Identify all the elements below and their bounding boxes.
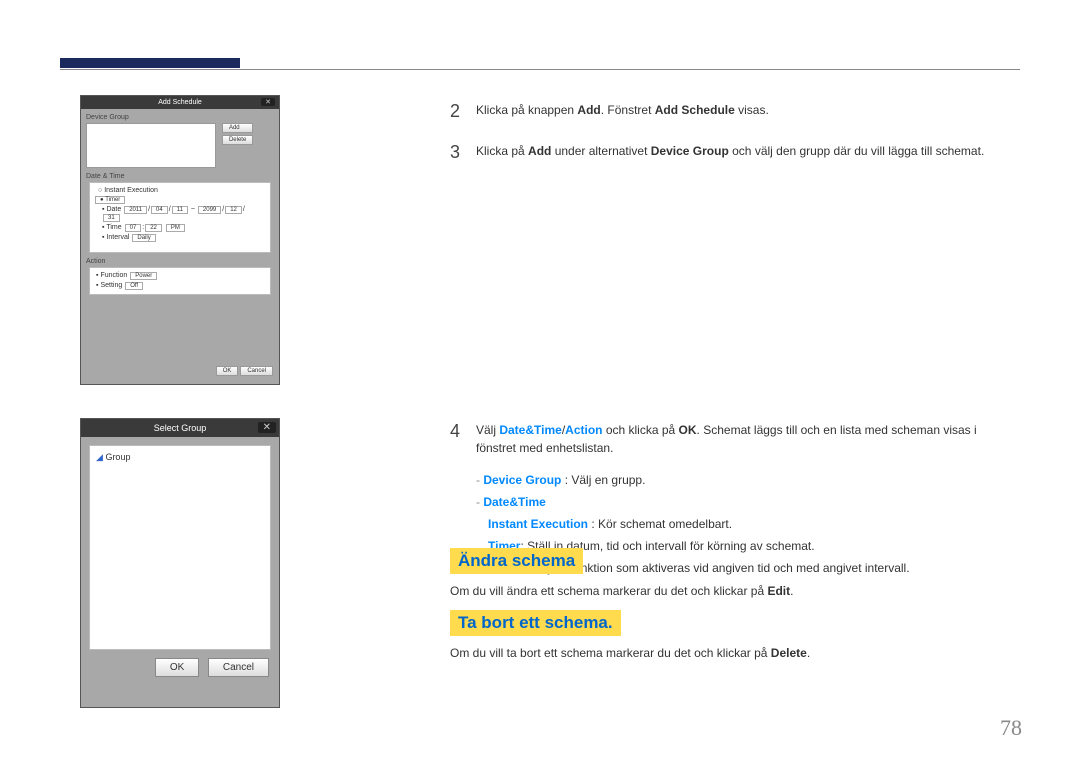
ok-button[interactable]: OK [155,658,199,677]
function-row-label: ▪ Function [96,272,127,279]
datetime-label: Date & Time [86,173,274,180]
timer-radio[interactable]: Timer [95,196,125,204]
interval-select[interactable]: Daily [132,234,155,242]
section-heading: Ta bort ett schema. [450,610,621,636]
date-year2[interactable]: 2099 [198,206,221,214]
group-item[interactable]: Group [105,452,130,462]
cancel-button[interactable]: Cancel [240,366,273,376]
step-number: 3 [450,139,476,166]
time-row-label: ▪ Time [102,224,122,231]
dialog-titlebar: Add Schedule ✕ [81,96,279,109]
delete-button[interactable]: Delete [222,135,253,145]
time-h[interactable]: 07 [125,224,142,232]
close-icon[interactable]: ✕ [261,98,275,106]
section-body: Om du vill ändra ett schema markerar du … [450,584,1020,598]
sub-datetime: Date&Time [476,493,1020,511]
date-row-label: ▪ Date [102,206,121,213]
step-text: Klicka på knappen Add. Fönstret Add Sche… [476,98,1020,125]
tree-expand-icon[interactable]: ◢ [96,452,103,462]
screenshot-add-schedule: Add Schedule ✕ Device Group Add Delete D… [80,95,280,385]
section-edit-schema: Ändra schema Om du vill ändra ett schema… [450,548,1020,598]
time-m[interactable]: 22 [145,224,162,232]
step-text: Klicka på Add under alternativet Device … [476,139,1020,166]
screenshot-select-group: Select Group ✕ ◢ Group OK Cancel [80,418,280,708]
step-2-3-block: 2 Klicka på knappen Add. Fönstret Add Sc… [450,98,1020,180]
date-year1[interactable]: 2011 [124,206,147,214]
interval-row-label: ▪ Interval [102,234,129,241]
dialog-title: Select Group [154,423,207,433]
instant-exec-radio[interactable]: Instant Execution [98,187,262,194]
section-body: Om du vill ta bort ett schema markerar d… [450,646,1020,660]
action-label: Action [86,258,274,265]
date-day2[interactable]: 31 [103,214,120,222]
date-mon2[interactable]: 12 [225,206,242,214]
dialog-titlebar: Select Group ✕ [81,419,279,437]
header-rule [60,69,1020,70]
step-2: 2 Klicka på knappen Add. Fönstret Add Sc… [450,98,1020,125]
ok-button[interactable]: OK [216,366,239,376]
step-number: 4 [450,418,476,457]
section-delete-schema: Ta bort ett schema. Om du vill ta bort e… [450,610,1020,660]
device-group-label: Device Group [86,114,274,121]
add-button[interactable]: Add [222,123,253,133]
dialog-title: Add Schedule [158,99,202,106]
step-4: 4 Välj Date&Time/Action och klicka på OK… [450,418,1020,457]
device-group-list[interactable] [86,123,216,168]
step-3: 3 Klicka på Add under alternativet Devic… [450,139,1020,166]
sub-device-group: Device Group : Välj en grupp. [476,471,1020,489]
sub-instant-exec: Instant Execution : Kör schemat omedelba… [488,515,1020,533]
date-day1[interactable]: 11 [172,206,188,214]
cancel-button[interactable]: Cancel [208,658,269,677]
page-number: 78 [1000,715,1022,741]
setting-select[interactable]: Off [125,282,143,290]
close-icon[interactable]: ✕ [258,422,276,433]
section-heading: Ändra schema [450,548,583,574]
step-number: 2 [450,98,476,125]
header-accent-bar [60,58,240,68]
function-select[interactable]: Power [130,272,157,280]
date-mon1[interactable]: 04 [151,206,168,214]
setting-row-label: ▪ Setting [96,282,122,289]
step-text: Välj Date&Time/Action och klicka på OK. … [476,418,1020,457]
group-tree[interactable]: ◢ Group [89,445,271,650]
time-ampm[interactable]: PM [166,224,185,232]
